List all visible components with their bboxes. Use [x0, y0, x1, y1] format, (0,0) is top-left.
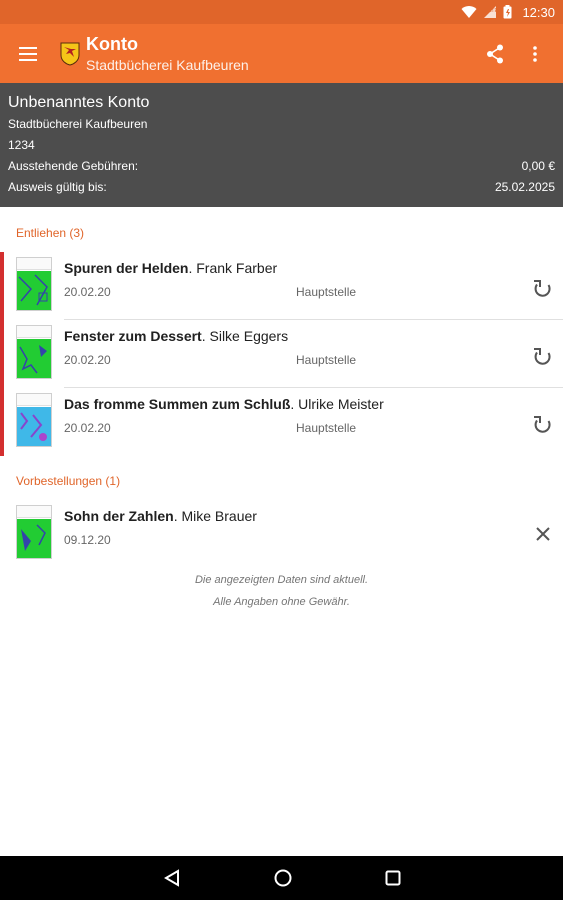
share-icon	[487, 44, 503, 63]
lent-section-header: Entliehen (3)	[16, 226, 85, 240]
reservation-item[interactable]: Sohn der Zahlen. Mike Brauer 09.12.20	[0, 500, 563, 568]
svg-text:LTE: LTE	[489, 8, 497, 14]
lent-item[interactable]: Spuren der Helden. Frank Farber 20.02.20…	[0, 252, 563, 320]
book-cover	[16, 505, 52, 559]
account-number: 1234	[8, 138, 35, 152]
menu-icon	[19, 46, 37, 61]
fees-value: 0,00 €	[521, 159, 555, 173]
overflow-menu-button[interactable]	[515, 24, 555, 83]
toolbar-subtitle: Stadtbücherei Kaufbeuren	[86, 56, 249, 73]
renew-icon[interactable]	[531, 345, 555, 369]
overflow-menu-icon	[533, 45, 537, 62]
book-cover	[16, 325, 52, 379]
item-title: Fenster zum Dessert. Silke Eggers	[64, 328, 289, 344]
overdue-indicator	[0, 252, 4, 320]
lent-item[interactable]: Das fromme Summen zum Schluß. Ulrike Mei…	[0, 388, 563, 456]
account-name: Unbenanntes Konto	[8, 94, 150, 111]
back-icon[interactable]	[163, 869, 181, 887]
book-cover	[16, 257, 52, 311]
account-header: Unbenanntes Konto Stadtbücherei Kaufbeur…	[0, 83, 563, 207]
item-branch: Hauptstelle	[296, 421, 357, 435]
item-due-date: 20.02.20	[64, 285, 111, 299]
item-title: Das fromme Summen zum Schluß. Ulrike Mei…	[64, 396, 384, 412]
footer-note: Die angezeigten Daten sind aktuell. Alle…	[0, 569, 563, 613]
library-logo	[60, 42, 80, 66]
battery-icon	[503, 5, 512, 19]
fees-label: Ausstehende Gebühren:	[8, 159, 139, 173]
item-due-date: 20.02.20	[64, 421, 111, 435]
recents-icon[interactable]	[385, 870, 401, 886]
account-library: Stadtbücherei Kaufbeuren	[8, 117, 148, 131]
item-date: 09.12.20	[64, 533, 111, 547]
item-due-date: 20.02.20	[64, 353, 111, 367]
item-title: Sohn der Zahlen. Mike Brauer	[64, 508, 257, 524]
fees-row: Ausstehende Gebühren: 0,00 €	[8, 156, 555, 177]
navigation-bar	[0, 856, 563, 900]
renew-icon[interactable]	[531, 413, 555, 437]
item-branch: Hauptstelle	[296, 285, 357, 299]
footer-note-line-2: Alle Angaben ohne Gewähr.	[213, 596, 350, 608]
item-branch: Hauptstelle	[296, 353, 357, 367]
footer-note-line-1: Die angezeigten Daten sind aktuell.	[194, 574, 369, 586]
card-validity-value: 25.02.2025	[494, 180, 555, 194]
toolbar-title: Konto	[86, 33, 138, 54]
menu-button[interactable]	[0, 24, 56, 83]
item-title: Spuren der Helden. Frank Farber	[64, 260, 278, 276]
book-cover	[16, 393, 52, 447]
renew-icon[interactable]	[531, 277, 555, 301]
close-icon[interactable]	[531, 522, 555, 546]
app-toolbar: Konto Stadtbücherei Kaufbeuren	[0, 24, 563, 83]
share-button[interactable]	[475, 24, 515, 83]
home-icon[interactable]	[273, 868, 293, 888]
overdue-indicator	[0, 388, 4, 456]
lent-item[interactable]: Fenster zum Dessert. Silke Eggers 20.02.…	[0, 320, 563, 388]
wifi-icon	[461, 6, 477, 19]
status-bar: LTE 12:30	[0, 0, 563, 24]
overdue-indicator	[0, 320, 4, 388]
reservations-section-header: Vorbestellungen (1)	[16, 474, 121, 488]
card-validity-label: Ausweis gültig bis:	[8, 180, 107, 194]
card-validity-row: Ausweis gültig bis: 25.02.2025	[8, 177, 555, 198]
status-time: 12:30	[522, 4, 555, 20]
signal-icon: LTE	[484, 6, 497, 18]
